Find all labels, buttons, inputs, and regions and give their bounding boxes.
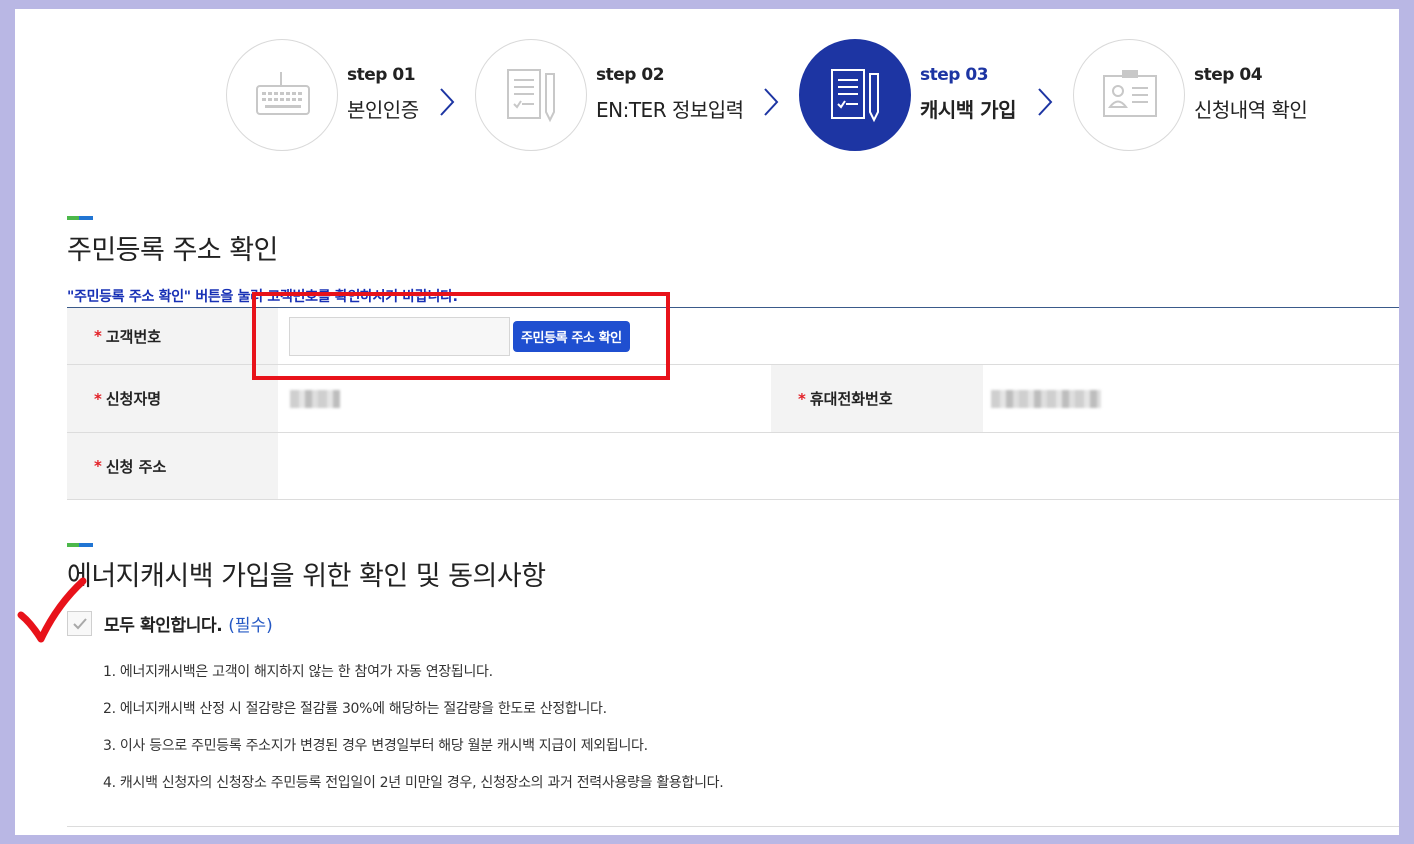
step-indicator: step 01 본인인증 step 02 EN:TER 정보입력 step 03…: [15, 9, 1399, 169]
step-2-number: step 02: [596, 65, 665, 85]
id-card-icon: [1073, 39, 1185, 151]
document-pencil-icon: [799, 39, 911, 151]
consent-section-title: 에너지캐시백 가입을 위한 확인 및 동의사항: [67, 561, 546, 592]
chevron-right-icon: [1038, 88, 1053, 116]
applicant-name-label-text: 신청자명: [105, 390, 162, 408]
terms-item: 1. 에너지캐시백은 고객이 해지하지 않는 한 참여가 자동 연장됩니다.: [103, 664, 493, 680]
terms-list: 1. 에너지캐시백은 고객이 해지하지 않는 한 참여가 자동 연장됩니다. 2…: [103, 661, 724, 809]
customer-number-label: * 고객번호: [67, 308, 278, 364]
address-label-text: 신청 주소: [105, 457, 167, 476]
address-value: [278, 433, 1399, 499]
required-mark: *: [798, 389, 806, 408]
red-checkmark-icon: [17, 577, 87, 643]
step-1-label: 본인인증: [347, 98, 419, 122]
highlight-box: [252, 292, 670, 380]
mobile-value: [983, 365, 1399, 432]
required-mark: *: [94, 327, 102, 345]
address-row: * 신청 주소: [67, 433, 1399, 500]
applicant-name-label: * 신청자명: [67, 365, 278, 432]
step-3-label: 캐시백 가입: [920, 98, 1016, 122]
check-all[interactable]: 모두 확인합니다. (필수): [67, 611, 273, 636]
divider: [67, 826, 1399, 827]
mobile-label: * 휴대전화번호: [771, 365, 983, 432]
step-2-label: EN:TER 정보입력: [596, 98, 744, 122]
chevron-right-icon: [440, 88, 455, 116]
section-marker: [67, 216, 93, 220]
redacted-name: [290, 389, 340, 408]
required-mark: *: [94, 389, 102, 408]
redacted-mobile: [991, 389, 1101, 408]
required-tag: (필수): [228, 616, 273, 636]
terms-item: 3. 이사 등으로 주민등록 주소지가 변경된 경우 변경일부터 해당 월분 캐…: [103, 738, 648, 754]
keyboard-icon: [226, 39, 338, 151]
chevron-right-icon: [764, 88, 779, 116]
page: step 01 본인인증 step 02 EN:TER 정보입력 step 03…: [15, 9, 1399, 835]
section-marker: [67, 543, 93, 547]
terms-item: 2. 에너지캐시백 산정 시 절감량은 절감률 30%에 해당하는 절감량을 한…: [103, 701, 607, 717]
document-pencil-icon: [475, 39, 587, 151]
terms-item: 4. 캐시백 신청자의 신청장소 주민등록 전입일이 2년 미만일 경우, 신청…: [103, 775, 724, 791]
customer-number-label-text: 고객번호: [105, 327, 162, 346]
mobile-label-text: 휴대전화번호: [809, 390, 893, 408]
step-4-number: step 04: [1194, 65, 1263, 85]
check-all-label: 모두 확인합니다.: [104, 616, 223, 636]
step-4-label: 신청내역 확인: [1194, 98, 1308, 122]
step-3-number: step 03: [920, 65, 989, 85]
address-label: * 신청 주소: [67, 433, 278, 499]
address-section-title: 주민등록 주소 확인: [67, 235, 278, 266]
step-1-number: step 01: [347, 65, 416, 85]
required-mark: *: [94, 457, 102, 475]
